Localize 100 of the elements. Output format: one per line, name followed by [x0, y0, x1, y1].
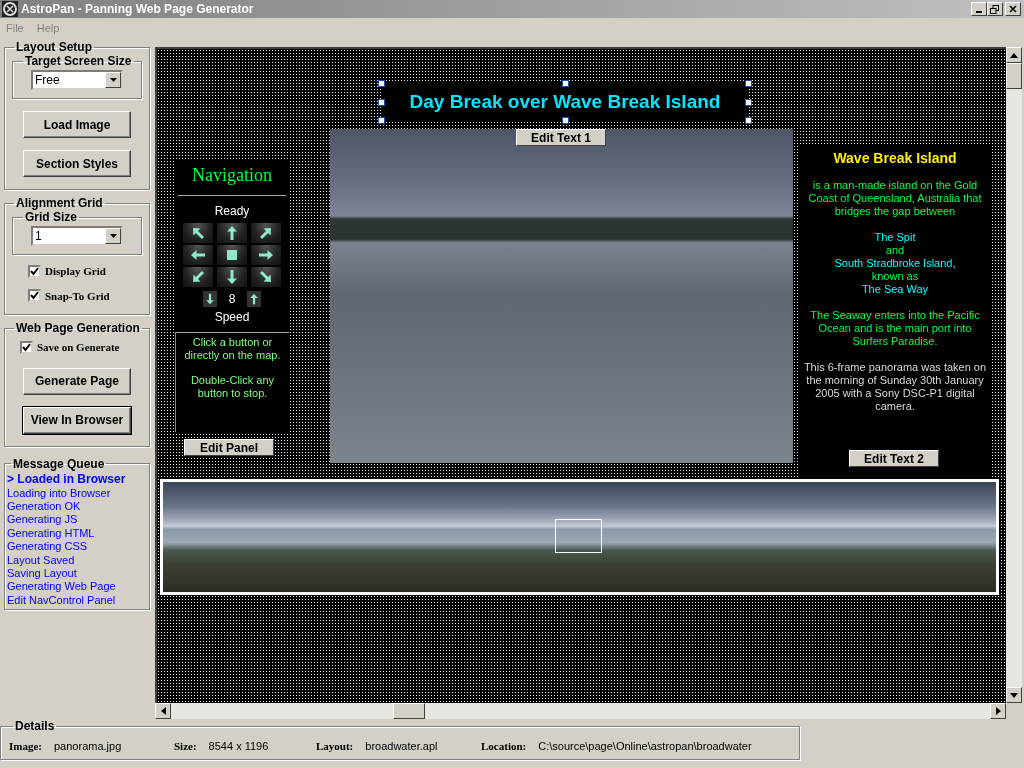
checkbox[interactable] [28, 289, 41, 303]
message-item[interactable]: Saving Layout [7, 566, 147, 581]
screen-size-dropdown[interactable]: Free [31, 70, 123, 90]
message-item[interactable]: Generating HTML [7, 526, 147, 541]
arrow-icon [258, 269, 274, 285]
message-item[interactable]: Edit NavControl Panel [7, 593, 147, 608]
pan-button[interactable] [251, 245, 281, 265]
speed-label: Speed [214, 309, 250, 326]
stop-button[interactable] [217, 245, 247, 265]
title-text-box[interactable]: Day Break over Wave Break Island [381, 83, 749, 121]
group-label: Grid Size [24, 210, 78, 224]
pan-button[interactable] [183, 245, 213, 265]
message-item[interactable]: Generating JS [7, 513, 147, 527]
info-text: and [884, 244, 906, 257]
resize-handle[interactable] [378, 117, 385, 124]
info-text: known as [870, 270, 920, 283]
arrow-icon [190, 247, 206, 263]
up-arrow-icon [1010, 52, 1018, 58]
pan-button[interactable] [217, 267, 247, 287]
sidebar-button[interactable]: Load Image [23, 111, 131, 138]
group-title: Web Page Generation [15, 321, 141, 335]
message-item[interactable]: Generation OK [7, 499, 147, 514]
resize-handle[interactable] [745, 80, 752, 87]
info-title: Wave Break Island [832, 149, 958, 168]
pan-button[interactable] [251, 223, 281, 243]
panel-title: Navigation [192, 164, 272, 187]
group-title: Details [14, 719, 56, 733]
left-arrow-icon [160, 707, 166, 715]
arrow-icon [190, 269, 206, 285]
group-label: Target Screen Size [24, 54, 133, 68]
field-value: 8544 x 1196 [208, 738, 269, 754]
pan-button[interactable] [183, 267, 213, 287]
window-title: AstroPan - Panning Web Page Generator [21, 1, 254, 18]
scroll-thumb[interactable] [1006, 63, 1022, 89]
message-item[interactable]: Generating CSS [7, 540, 147, 554]
close-icon [1009, 5, 1018, 13]
sidebar-button[interactable]: Generate Page [23, 367, 131, 395]
help-text: Click a button or directly on the map. [183, 336, 282, 362]
arrow-icon [258, 225, 274, 241]
resize-handle[interactable] [561, 117, 569, 124]
scroll-right-button[interactable] [990, 703, 1006, 719]
speed-down-button[interactable] [202, 291, 217, 307]
speed-up-button[interactable] [247, 291, 262, 307]
field-label: Image: [9, 738, 42, 754]
arrow-icon [190, 225, 206, 241]
viewport-frame[interactable] [555, 519, 602, 553]
down-arrow-icon [1010, 692, 1018, 698]
field-value: broadwater.apl [365, 738, 438, 754]
minimize-button[interactable] [970, 2, 987, 16]
resize-handle[interactable] [378, 80, 385, 87]
restore-icon [990, 4, 999, 14]
arrow-icon [224, 225, 240, 241]
resize-handle[interactable] [745, 117, 752, 124]
resize-handle[interactable] [745, 98, 752, 106]
message-item[interactable]: > Loaded in Browser [7, 470, 147, 487]
resize-handle[interactable] [378, 98, 385, 106]
message-item[interactable]: Generating Web Page [7, 580, 147, 594]
field-label: Size: [174, 738, 197, 754]
info-text: South Stradbroke Island, [833, 257, 957, 270]
scroll-thumb[interactable] [393, 703, 425, 719]
checkbox-label: Save on Generate [37, 340, 120, 355]
sidebar-button[interactable]: View In Browser [23, 406, 131, 434]
message-item[interactable]: Loading into Browser [7, 486, 147, 500]
info-text: This 6-frame panorama was taken on the morning of Sunday 30th January 2005 with a Sony DSC-P1 digital camera. [803, 361, 987, 413]
resize-handle[interactable] [561, 80, 569, 87]
checkbox[interactable] [28, 264, 41, 278]
checkbox[interactable] [20, 340, 33, 354]
scroll-down-button[interactable] [1006, 687, 1022, 703]
group-title: Message Queue [12, 456, 106, 471]
info-text: The Spit [873, 231, 917, 244]
field-label: Location: [481, 738, 527, 754]
scroll-up-button[interactable] [1006, 47, 1022, 63]
checkbox-label: Snap-To Grid [45, 288, 110, 304]
edit-panel-button[interactable]: Edit Panel [184, 439, 274, 456]
message-item[interactable]: Layout Saved [7, 553, 147, 567]
pan-button[interactable] [183, 223, 213, 243]
info-text: The Sea Way [860, 283, 930, 296]
status-text: Ready [214, 203, 250, 220]
horizontal-scrollbar[interactable] [155, 703, 1006, 719]
sidebar-button[interactable]: Section Styles [23, 150, 131, 177]
edit-text-button[interactable]: Edit Text 2 [849, 450, 939, 467]
app-logo-icon [2, 1, 18, 17]
field-value: panorama.jpg [54, 738, 122, 754]
stop-icon [227, 250, 237, 260]
edit-text-button[interactable]: Edit Text 1 [516, 129, 606, 146]
group-title: Alignment Grid [15, 196, 104, 210]
field-label: Layout: [316, 738, 354, 754]
speed-value: 8 [228, 291, 236, 308]
info-text: The Seaway enters into the Pacific Ocean and is the main port into Surfers Paradise. [809, 309, 981, 348]
vertical-scrollbar[interactable] [1006, 47, 1022, 703]
group-title: Layout Setup [15, 40, 93, 54]
scroll-left-button[interactable] [155, 703, 171, 719]
help-text: Double-Click any button to stop. [189, 374, 276, 400]
info-text: is a man-made island on the Gold Coast of Queensland, Australia that bridges the gap between [807, 179, 983, 218]
grid-size-dropdown[interactable]: 1 [31, 226, 123, 246]
close-button[interactable] [1005, 2, 1022, 16]
pan-button[interactable] [251, 267, 281, 287]
field-value: C:\source\page\Online\astropan\broadwater [538, 738, 752, 754]
pan-button[interactable] [217, 223, 247, 243]
checkbox-label: Display Grid [45, 264, 106, 279]
